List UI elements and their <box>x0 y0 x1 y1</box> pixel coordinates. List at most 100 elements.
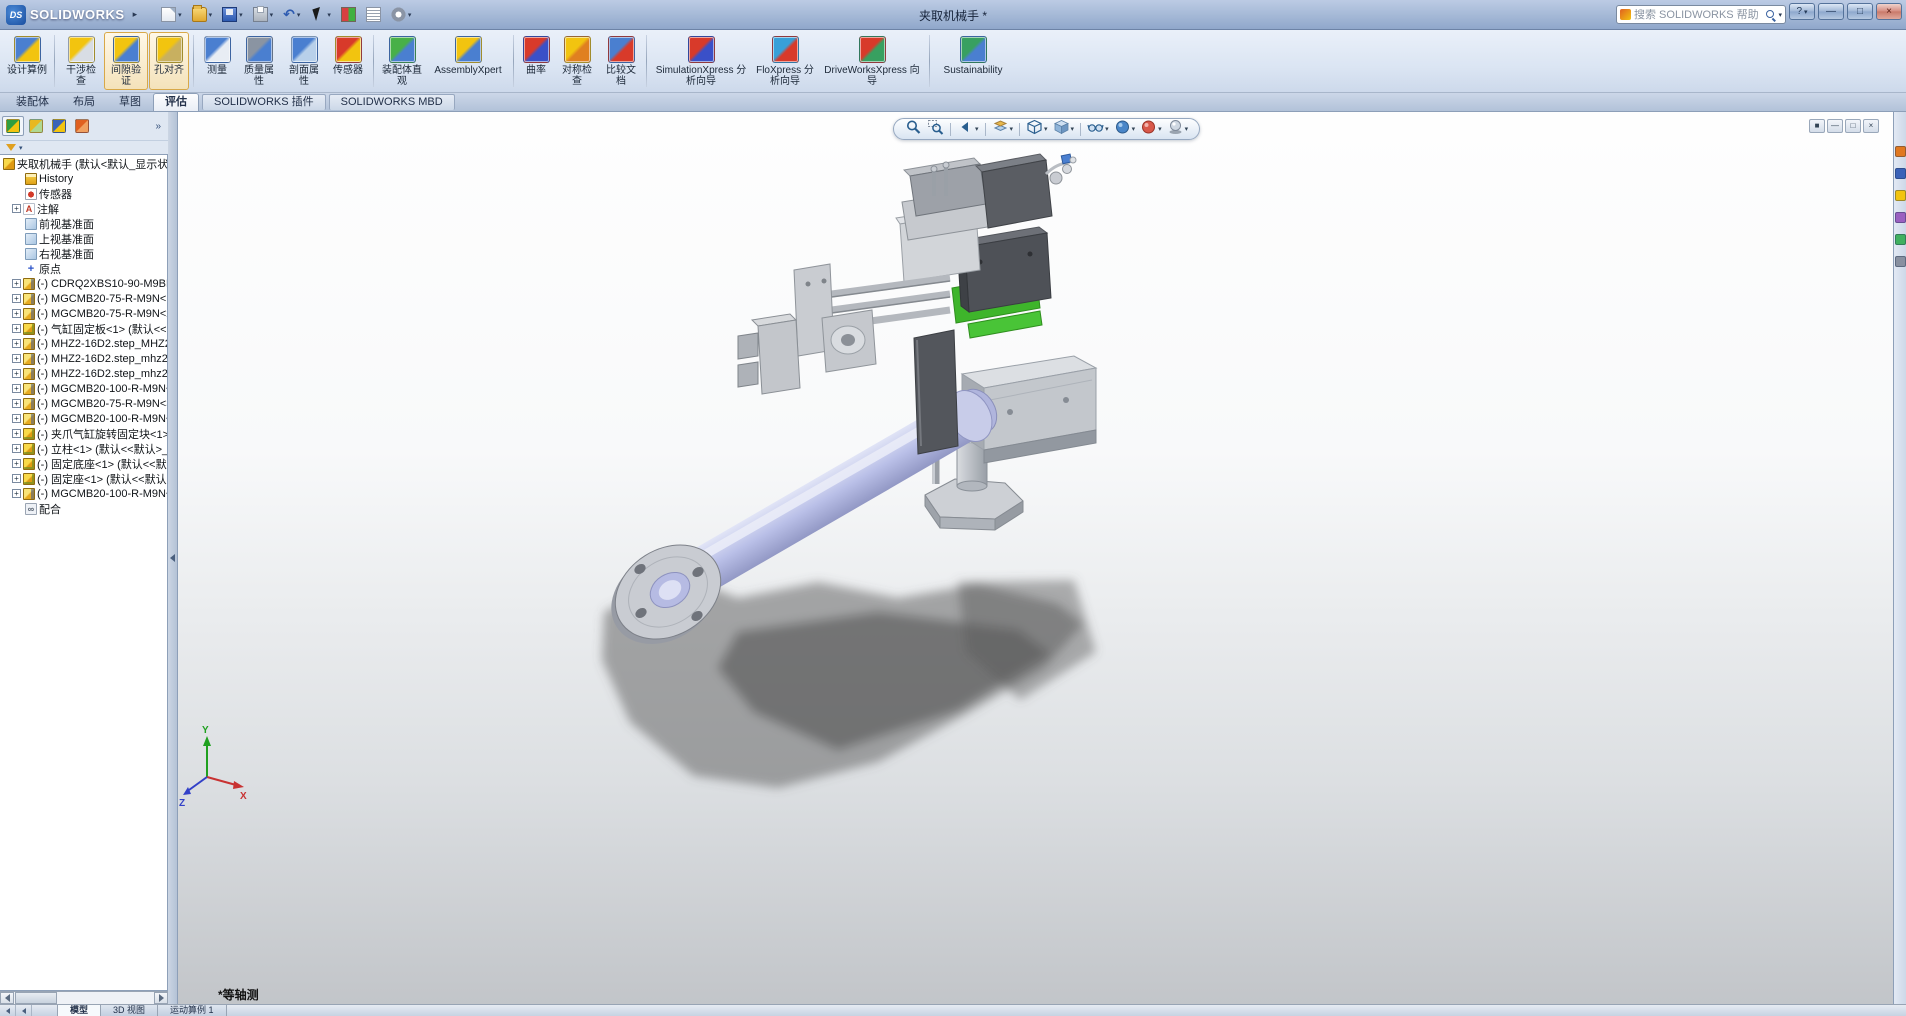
custom-properties-icon[interactable] <box>1894 256 1906 267</box>
dropdown-icon[interactable]: ▾ <box>1105 125 1109 133</box>
tree-item[interactable]: + (-) 立柱<1> (默认<<默认>_显示状态 1>) <box>0 441 167 456</box>
tab-solidworks-addins[interactable]: SOLIDWORKS 插件 <box>202 94 326 110</box>
tree-item[interactable]: + (-) MGCMB20-75-R-M9N<2> <box>0 306 167 321</box>
simulationxpress-button[interactable]: SimulationXpress 分析向导 <box>651 32 751 90</box>
dropdown-icon[interactable]: ▾ <box>1158 125 1162 133</box>
tab-layout[interactable]: 布局 <box>61 93 107 111</box>
select-button[interactable]: ▾ <box>306 4 335 25</box>
file-properties-button[interactable] <box>362 4 385 25</box>
search-icon[interactable] <box>1765 9 1776 20</box>
restore-document-button[interactable]: □ <box>1845 119 1861 133</box>
scroll-left-arrow[interactable] <box>0 992 14 1004</box>
dropdown-icon[interactable]: ▾ <box>975 125 979 133</box>
tree-item[interactable]: ∞ 配合 <box>0 501 167 516</box>
help-button[interactable]: ? ▾ <box>1789 3 1815 20</box>
tree-horizontal-scrollbar[interactable] <box>0 991 168 1004</box>
print-button[interactable]: ▾ <box>249 4 278 25</box>
section-view-button[interactable]: ▾ <box>990 119 1016 138</box>
tab-scroll-left-button[interactable] <box>16 1005 32 1016</box>
tab-assembly[interactable]: 装配体 <box>4 93 61 111</box>
save-button[interactable]: ▾ <box>218 4 247 25</box>
dropdown-icon[interactable]: ▾ <box>239 11 243 19</box>
open-button[interactable]: ▾ <box>188 4 217 25</box>
dropdown-icon[interactable]: ▾ <box>297 11 301 19</box>
options-button[interactable]: ▾ <box>387 4 416 25</box>
tree-item[interactable]: + (-) MHZ2-16D2.step_mhz2-16d2-1<1> <box>0 351 167 366</box>
scroll-right-arrow[interactable] <box>154 992 168 1004</box>
expand-icon[interactable]: + <box>12 429 21 438</box>
driveworksxpress-button[interactable]: DriveWorksXpress 向导 <box>819 32 925 90</box>
tree-item[interactable]: 右视基准面 <box>0 246 167 261</box>
dropdown-icon[interactable]: ▾ <box>1071 125 1075 133</box>
expand-icon[interactable]: + <box>12 414 21 423</box>
search-dropdown-icon[interactable]: ▾ <box>1778 11 1782 19</box>
zoom-fit-button[interactable] <box>903 120 924 138</box>
tree-item[interactable]: + (-) MHZ2-16D2.step_MHZ2-16D2<1> <box>0 336 167 351</box>
panel-tab-displaymanager[interactable] <box>71 116 93 136</box>
view-settings-button[interactable]: ▾ <box>1165 119 1191 138</box>
tree-item[interactable]: History <box>0 171 167 186</box>
expand-icon[interactable]: + <box>12 459 21 468</box>
tab-3d-views[interactable]: 3D 视图 <box>100 1005 159 1016</box>
tree-item[interactable]: + (-) MGCMB20-75-R-M9N<1> <box>0 291 167 306</box>
file-explorer-icon[interactable] <box>1894 190 1906 201</box>
maximize-button[interactable]: □ <box>1847 3 1873 20</box>
dropdown-icon[interactable]: ▾ <box>270 11 274 19</box>
expand-icon[interactable]: + <box>12 339 21 348</box>
expand-icon[interactable]: + <box>12 474 21 483</box>
dropdown-icon[interactable]: ▾ <box>209 11 213 19</box>
expand-icon[interactable]: + <box>12 309 21 318</box>
scrollbar-thumb[interactable] <box>15 992 57 1004</box>
tab-scroll-start-button[interactable] <box>0 1005 16 1016</box>
tab-model[interactable]: 模型 <box>57 1005 102 1016</box>
tree-item[interactable]: + (-) MHZ2-16D2.step_mhz2-16d2-2<1> <box>0 366 167 381</box>
view-orientation-button[interactable]: ▾ <box>1024 119 1050 138</box>
tree-item[interactable]: + (-) 固定座<1> (默认<<默认>_显示状态 1>) <box>0 471 167 486</box>
zoom-to-area-button[interactable] <box>925 119 946 138</box>
assembly-visualization-button[interactable]: 装配体直观 <box>378 32 426 90</box>
edit-appearance-button[interactable]: ▾ <box>1112 120 1138 138</box>
dropdown-icon[interactable]: ▾ <box>178 11 182 19</box>
compare-documents-button[interactable]: 比较文档 <box>600 32 642 90</box>
display-style-button[interactable]: ▾ <box>1051 119 1077 138</box>
tree-item[interactable]: 前视基准面 <box>0 216 167 231</box>
new-file-button[interactable]: ▾ <box>157 4 186 25</box>
hole-alignment-button[interactable]: 孔对齐 <box>149 32 189 90</box>
mass-properties-button[interactable]: 质量属性 <box>237 32 281 90</box>
dropdown-icon[interactable]: ▾ <box>408 11 412 19</box>
solidworks-resources-icon[interactable] <box>1894 146 1906 157</box>
sensors-button[interactable]: 传感器 <box>327 32 369 90</box>
tree-item[interactable]: + 原点 <box>0 261 167 276</box>
expand-icon[interactable]: + <box>12 384 21 393</box>
close-document-button[interactable]: × <box>1863 119 1879 133</box>
search-input[interactable] <box>1631 8 1766 21</box>
expand-icon[interactable]: + <box>12 279 21 288</box>
tab-evaluate[interactable]: 评估 <box>153 93 199 111</box>
dropdown-icon[interactable]: ▾ <box>1044 125 1048 133</box>
appearances-scenes-icon[interactable] <box>1894 234 1906 245</box>
undo-button[interactable]: ↶ ▾ <box>279 4 304 25</box>
menu-expand-button[interactable]: ▸ <box>129 7 142 22</box>
previous-view-button[interactable]: ▾ <box>955 120 981 138</box>
expand-icon[interactable]: + <box>12 324 21 333</box>
tree-item[interactable]: 传感器 <box>0 186 167 201</box>
tab-motion-study-1[interactable]: 运动算例 1 <box>157 1005 227 1016</box>
measure-button[interactable]: 测量 <box>198 32 236 90</box>
hide-show-items-button[interactable]: ▾ <box>1085 120 1111 138</box>
tree-item[interactable]: + (-) 固定底座<1> (默认<<默认>_显示状态 1>) <box>0 456 167 471</box>
section-properties-button[interactable]: 剖面属性 <box>282 32 326 90</box>
close-button[interactable]: × <box>1876 3 1902 20</box>
design-library-icon[interactable] <box>1894 168 1906 179</box>
symmetry-check-button[interactable]: 对称检查 <box>555 32 599 90</box>
interference-detection-button[interactable]: 干涉检查 <box>59 32 103 90</box>
tree-item[interactable]: + (-) MGCMB20-100-R-M9N<2> <box>0 411 167 426</box>
filter-dropdown-icon[interactable]: ▾ <box>19 144 23 152</box>
curvature-button[interactable]: 曲率 <box>518 32 554 90</box>
expand-icon[interactable]: + <box>12 354 21 363</box>
tree-item[interactable]: + (-) MGCMB20-100-R-M9N<1> <box>0 381 167 396</box>
floxpress-button[interactable]: FloXpress 分析向导 <box>752 32 818 90</box>
design-study-button[interactable]: 设计算例 <box>4 32 50 90</box>
minimize-button[interactable]: — <box>1818 3 1844 20</box>
assemblyxpert-button[interactable]: AssemblyXpert <box>427 32 509 90</box>
graphics-viewport[interactable]: Y X Z ▾ ▾ ▾ ▾ ▾ ▾ ▾ ▾ ■ — □ × *等轴测 <box>178 112 1893 1004</box>
